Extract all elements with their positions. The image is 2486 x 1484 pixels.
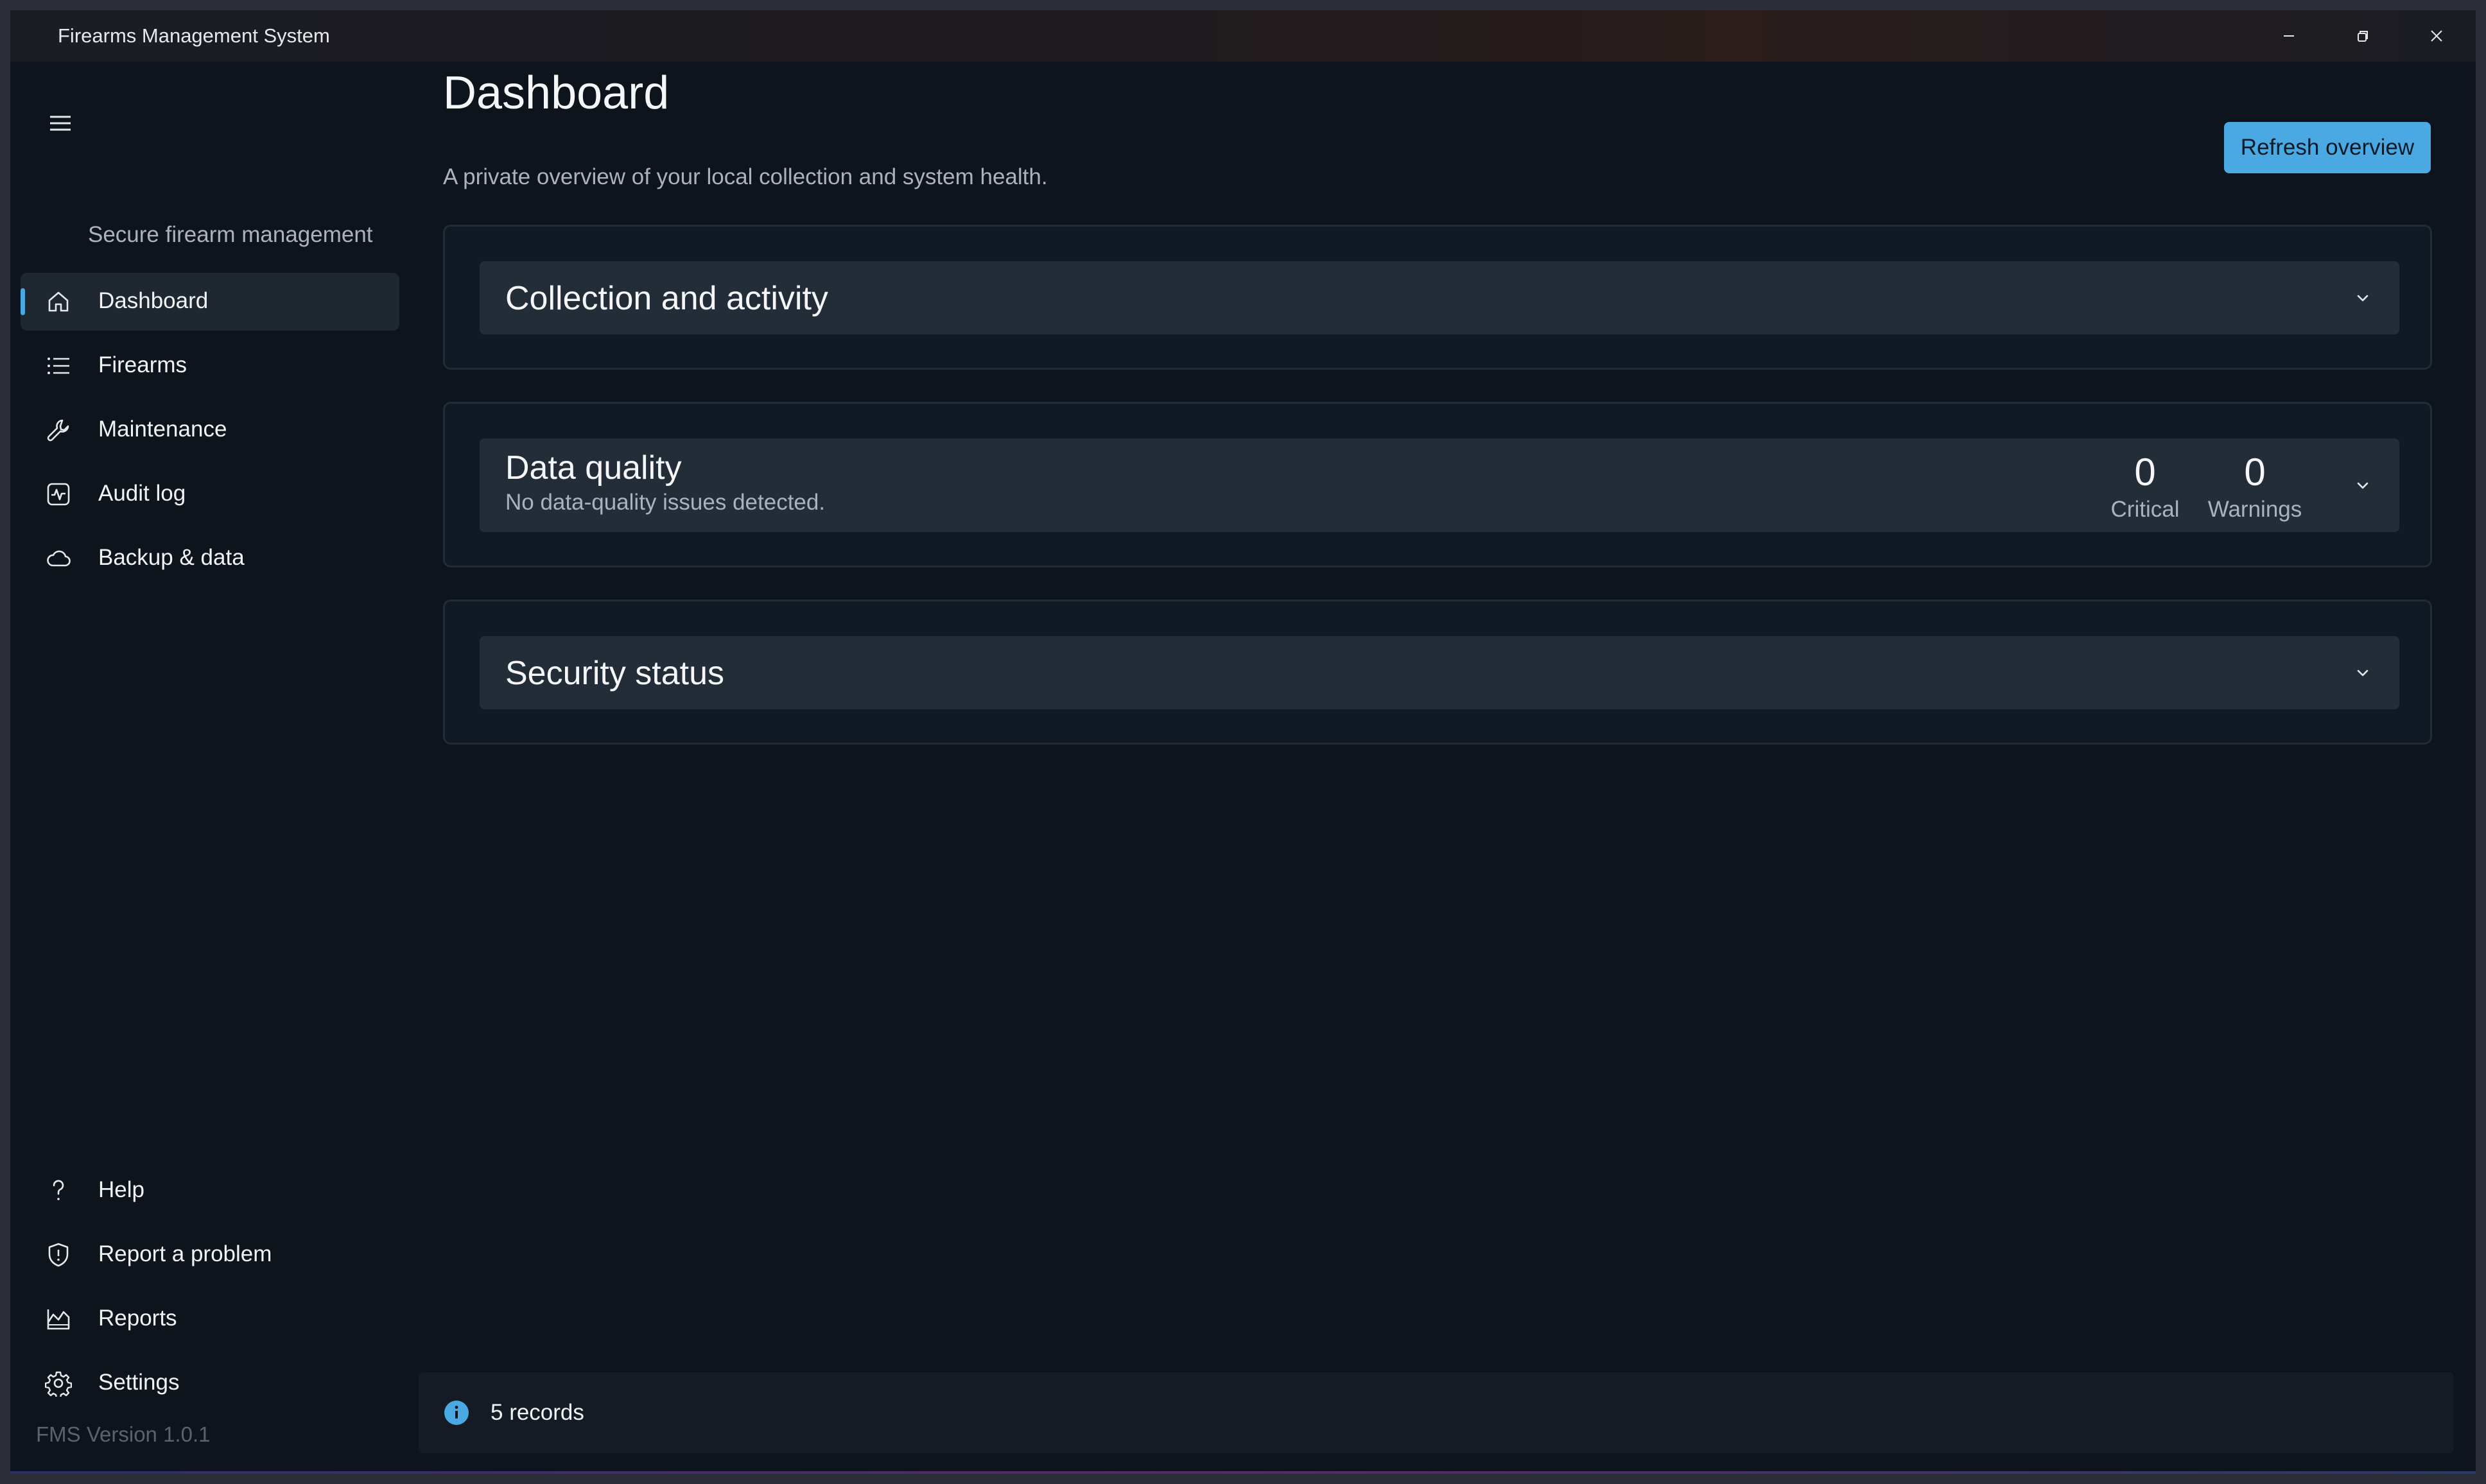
sidebar-item-firearms[interactable]: Firearms: [21, 337, 399, 395]
minimize-icon: [2283, 35, 2294, 37]
data-quality-header[interactable]: Data quality No data-quality issues dete…: [480, 438, 2399, 532]
collection-activity-header[interactable]: Collection and activity: [480, 261, 2399, 334]
close-button[interactable]: [2399, 10, 2473, 62]
title-bar[interactable]: Firearms Management System: [10, 10, 2476, 62]
warnings-label: Warnings: [2207, 497, 2302, 522]
sidebar-item-settings[interactable]: Settings: [21, 1354, 399, 1412]
question-icon: [45, 1177, 72, 1204]
record-count: 5 records: [491, 1400, 584, 1425]
gear-icon: [44, 1370, 73, 1399]
security-status-card: Security status: [443, 600, 2432, 745]
data-quality-card: Data quality No data-quality issues dete…: [443, 402, 2432, 567]
critical-metric: 0 Critical: [2090, 450, 2200, 522]
list-icon: [45, 352, 72, 379]
sidebar-item-label: Backup & data: [98, 545, 245, 570]
status-bar: 5 records: [419, 1372, 2454, 1453]
warnings-count: 0: [2244, 451, 2266, 494]
sidebar-item-label: Audit log: [98, 481, 186, 506]
hamburger-icon: [50, 116, 71, 131]
shield-icon: [45, 1241, 72, 1268]
version-label: FMS Version 1.0.1: [36, 1422, 211, 1446]
security-status-header[interactable]: Security status: [480, 636, 2399, 709]
warnings-metric: 0 Warnings: [2200, 450, 2309, 522]
restore-icon: [2357, 31, 2368, 42]
critical-label: Critical: [2110, 497, 2180, 522]
restore-button[interactable]: [2325, 10, 2399, 62]
sidebar-item-audit-log[interactable]: Audit log: [21, 465, 399, 523]
minimize-button[interactable]: [2252, 10, 2325, 62]
chart-icon: [45, 1306, 72, 1333]
sidebar: Secure firearm management Dashboard Fire…: [10, 62, 421, 1474]
sidebar-item-dashboard[interactable]: Dashboard: [21, 273, 399, 331]
chevron-down-icon[interactable]: [2352, 474, 2374, 496]
sidebar-item-label: Settings: [98, 1370, 180, 1395]
sidebar-item-label: Maintenance: [98, 417, 227, 442]
page-subtitle: A private overview of your local collect…: [443, 164, 1048, 189]
close-icon: [2430, 30, 2442, 42]
card-title: Security status: [505, 655, 725, 692]
refresh-overview-button[interactable]: Refresh overview: [2224, 122, 2431, 173]
menu-toggle-button[interactable]: [35, 98, 86, 149]
sidebar-tagline: Secure firearm management: [88, 222, 373, 247]
critical-count: 0: [2134, 451, 2156, 494]
sidebar-item-backup-data[interactable]: Backup & data: [21, 530, 399, 587]
page-title: Dashboard: [443, 67, 670, 119]
cloud-icon: [45, 545, 72, 572]
data-quality-description: No data-quality issues detected.: [505, 490, 826, 515]
sidebar-item-label: Firearms: [98, 352, 187, 377]
wrench-icon: [45, 417, 72, 444]
home-icon: [45, 288, 72, 315]
chevron-down-icon[interactable]: [2352, 662, 2374, 684]
sidebar-item-label: Reports: [98, 1306, 177, 1331]
sidebar-item-label: Help: [98, 1177, 144, 1202]
sidebar-item-report-problem[interactable]: Report a problem: [21, 1226, 399, 1284]
collection-activity-card: Collection and activity: [443, 225, 2432, 370]
sidebar-item-label: Dashboard: [98, 288, 209, 313]
info-icon: [443, 1399, 470, 1426]
app-window: Firearms Management System Secure firear…: [10, 10, 2476, 1474]
card-title: Data quality: [505, 449, 682, 487]
app-title: Firearms Management System: [58, 24, 330, 47]
activity-icon: [45, 481, 72, 508]
chevron-down-icon[interactable]: [2352, 287, 2374, 309]
sidebar-item-maintenance[interactable]: Maintenance: [21, 401, 399, 459]
sidebar-item-label: Report a problem: [98, 1241, 272, 1266]
card-title: Collection and activity: [505, 280, 828, 317]
sidebar-item-reports[interactable]: Reports: [21, 1290, 399, 1348]
active-indicator: [21, 288, 25, 315]
sidebar-item-help[interactable]: Help: [21, 1162, 399, 1220]
window-bottom-edge: [10, 1471, 2476, 1474]
